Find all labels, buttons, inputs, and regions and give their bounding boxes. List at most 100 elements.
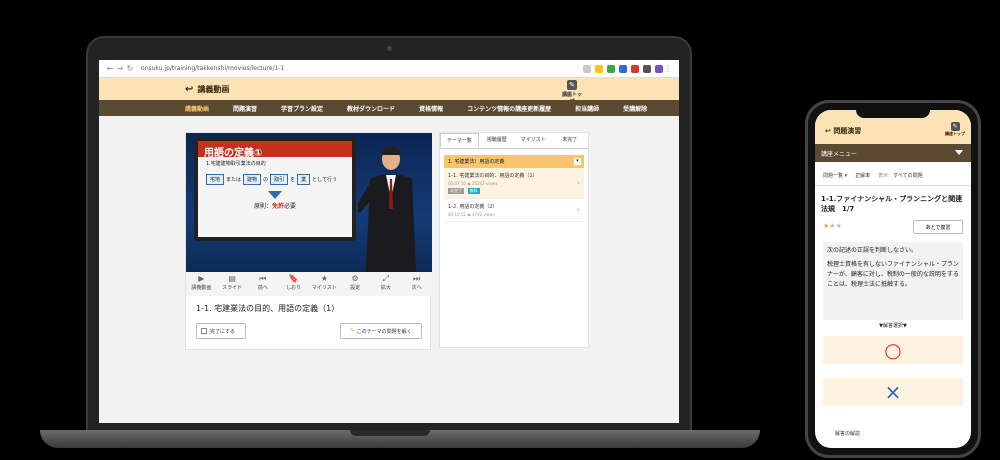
phone-page-title: ↩ 問題演習 bbox=[825, 126, 861, 136]
phone-course-top-button[interactable]: ✎ 講座トップ bbox=[945, 122, 965, 137]
slide-footer: 原則：免許必要 bbox=[198, 201, 352, 210]
slide-footer-prefix: 原則： bbox=[253, 203, 272, 210]
phone-filter-bar: 問題一覧 ▾ 正解率 表示：すべての問題 bbox=[815, 166, 971, 186]
slide-term: として行う bbox=[312, 177, 337, 183]
video-title: 1-1. 宅建業法の目的、用語の定義（1） bbox=[196, 304, 340, 313]
panel-tabs: テーマ一覧 視聴履歴 マイリスト 未完了 bbox=[440, 133, 588, 149]
edit-icon: ✎ bbox=[567, 80, 577, 90]
slide-terms: 宅地 または 建物 の 取引 を 業 として行う bbox=[198, 170, 352, 189]
item-title: 1-1. 宅建業法の目的、用語の定義（1） bbox=[448, 173, 538, 179]
status-badge: 未完了 bbox=[448, 188, 464, 194]
address-bar[interactable]: onsuku.jp/training/takkenshi/movies/lect… bbox=[141, 65, 579, 72]
slide-icon: ▤ bbox=[228, 274, 236, 283]
extension-icon[interactable] bbox=[607, 64, 615, 73]
star-icon: ★ bbox=[835, 222, 842, 230]
presenter-image bbox=[358, 146, 416, 272]
display-label: 表示： bbox=[878, 173, 894, 179]
mylist-button[interactable]: ★ マイリスト bbox=[309, 272, 340, 296]
bookmark-icon: 🔖 bbox=[288, 274, 299, 283]
question-body: 税理士資格を有しないファイナンシャル・プランナーが、顧客に対し、税制の一般的な説… bbox=[827, 261, 959, 288]
pencil-icon: ✎ bbox=[350, 328, 355, 334]
extension-icon[interactable] bbox=[619, 64, 627, 73]
control-label: 次へ bbox=[411, 285, 422, 291]
player-controls: ▶ 講義動画 ▤ スライド ⏮ 前へ 🔖 しおり ★ マイリスト ⚙ 設定 ⤢ 拡大 ⏭ 次へ bbox=[186, 272, 432, 296]
answer-false-button[interactable]: × bbox=[823, 378, 963, 406]
complete-button[interactable]: 完了にする bbox=[196, 323, 246, 339]
extension-icon[interactable] bbox=[631, 64, 639, 73]
slide-term: 取引 bbox=[270, 174, 289, 185]
profile-icon[interactable] bbox=[655, 64, 663, 73]
nav-item-plan[interactable]: 学習プラン設定 bbox=[281, 104, 323, 113]
star-icon[interactable] bbox=[595, 64, 603, 73]
display-filter[interactable]: 表示：すべての問題 bbox=[878, 172, 922, 179]
solve-questions-button[interactable]: ✎ このテーマの問題を解く bbox=[340, 323, 422, 339]
forward-icon[interactable]: → bbox=[115, 64, 125, 73]
tab-history[interactable]: 視聴履歴 bbox=[479, 133, 516, 148]
phone-title-text: 問題演習 bbox=[833, 127, 862, 135]
star-icon: ★ bbox=[320, 274, 328, 283]
skip-back-icon: ⏮ bbox=[259, 274, 267, 283]
nav-item-cancel[interactable]: 受講解除 bbox=[623, 104, 647, 113]
accuracy-sort[interactable]: 正解率 bbox=[855, 172, 870, 179]
fullscreen-button[interactable]: ⤢ 拡大 bbox=[371, 272, 402, 296]
edit-icon: ✎ bbox=[950, 122, 960, 131]
theme-list-panel: テーマ一覧 視聴履歴 マイリスト 未完了 1. 宅建業法）用語の定義 ▾ 1-1… bbox=[439, 132, 589, 348]
nav-item-lecture[interactable]: 講義動画 bbox=[185, 104, 209, 113]
course-menu-dropdown[interactable]: 講座メニュー bbox=[815, 144, 971, 162]
question-list-dropdown[interactable]: 問題一覧 ▾ bbox=[823, 172, 847, 179]
nav-item-teacher[interactable]: 担当講師 bbox=[575, 104, 599, 113]
video-player[interactable]: 用語の定義① 1.宅建建物取引業法の目的 宅地 または 建物 の 取引 を 業 … bbox=[186, 133, 432, 272]
tab-theme-list[interactable]: テーマ一覧 bbox=[440, 133, 479, 148]
question-title: 1-1.ファイナンシャル・プランニングと関連法規 1/7 bbox=[821, 195, 963, 213]
expand-icon: ⤢ bbox=[382, 274, 390, 283]
chevron-right-icon: › bbox=[576, 205, 580, 214]
slide-term: を bbox=[290, 177, 296, 183]
list-item[interactable]: 1-1. 宅建業法の目的、用語の定義（1） 00:07:16 ◉ 25243 v… bbox=[444, 168, 584, 199]
previous-button[interactable]: ⏮ 前へ bbox=[248, 272, 279, 296]
slide-footer-suffix: 必要 bbox=[284, 203, 297, 210]
nav-item-exercise[interactable]: 問題演習 bbox=[233, 104, 257, 113]
slide-term: 宅地 bbox=[206, 174, 225, 185]
answer-true-button[interactable]: ○ bbox=[823, 336, 963, 364]
display-value: すべての問題 bbox=[893, 173, 923, 179]
chevron-down-icon: ▾ bbox=[574, 158, 581, 165]
control-label: マイリスト bbox=[311, 285, 337, 291]
extension-icon[interactable] bbox=[643, 64, 651, 73]
nav-item-info[interactable]: 資格情報 bbox=[419, 104, 443, 113]
solve-label: このテーマの問題を解く bbox=[356, 328, 412, 335]
next-button[interactable]: ⏭ 次へ bbox=[401, 272, 432, 296]
slide-button[interactable]: ▤ スライド bbox=[217, 272, 248, 296]
answer-select-label: ▼解答選択▼ bbox=[879, 323, 907, 329]
nav-item-download[interactable]: 教材ダウンロード bbox=[347, 104, 395, 113]
slide-term: の bbox=[263, 177, 269, 183]
phone-course-top-label: 講座トップ bbox=[945, 131, 965, 136]
slide-term: 建物 bbox=[243, 174, 262, 185]
share-icon[interactable] bbox=[583, 64, 591, 73]
settings-button[interactable]: ⚙ 設定 bbox=[340, 272, 371, 296]
question-box: 次の記述の正誤を判断しなさい。 税理士資格を有しないファイナンシャル・プランナー… bbox=[823, 242, 963, 320]
gear-icon: ⚙ bbox=[351, 274, 359, 283]
page-title: 講義動画 bbox=[197, 84, 230, 94]
lecture-video-button[interactable]: ▶ 講義動画 bbox=[186, 272, 217, 296]
nav-item-history[interactable]: コンテンツ情報の講座更新履歴 bbox=[467, 104, 551, 113]
back-arrow-icon[interactable]: ↩ bbox=[825, 127, 831, 135]
section-header[interactable]: 1. 宅建業法）用語の定義 ▾ bbox=[444, 155, 584, 168]
phone-notch bbox=[856, 104, 930, 118]
control-label: スライド bbox=[222, 285, 243, 291]
review-later-button[interactable]: あとで復習 bbox=[913, 220, 963, 234]
control-label: しおり bbox=[286, 285, 302, 291]
slide-title: 用語の定義① bbox=[198, 141, 352, 159]
slide-screen: 用語の定義① 1.宅建建物取引業法の目的 宅地 または 建物 の 取引 を 業 … bbox=[194, 137, 356, 241]
menu-icon[interactable]: ⋮ bbox=[663, 64, 673, 73]
tab-incomplete[interactable]: 未完了 bbox=[552, 133, 589, 148]
reload-icon[interactable]: ↻ bbox=[125, 64, 135, 73]
bookmark-button[interactable]: 🔖 しおり bbox=[278, 272, 309, 296]
tab-mylist[interactable]: マイリスト bbox=[515, 133, 552, 148]
back-icon[interactable]: ← bbox=[105, 64, 115, 73]
back-arrow-icon[interactable]: ↩ bbox=[185, 84, 193, 95]
slide-footer-highlight: 免許 bbox=[271, 203, 284, 210]
list-item[interactable]: 1-2. 用語の定義（2） 00:10:52 ◉ 4792 views › bbox=[444, 199, 584, 222]
down-arrow-icon bbox=[268, 191, 282, 199]
control-label: 講義動画 bbox=[191, 285, 212, 291]
chevron-down-icon bbox=[955, 150, 963, 155]
